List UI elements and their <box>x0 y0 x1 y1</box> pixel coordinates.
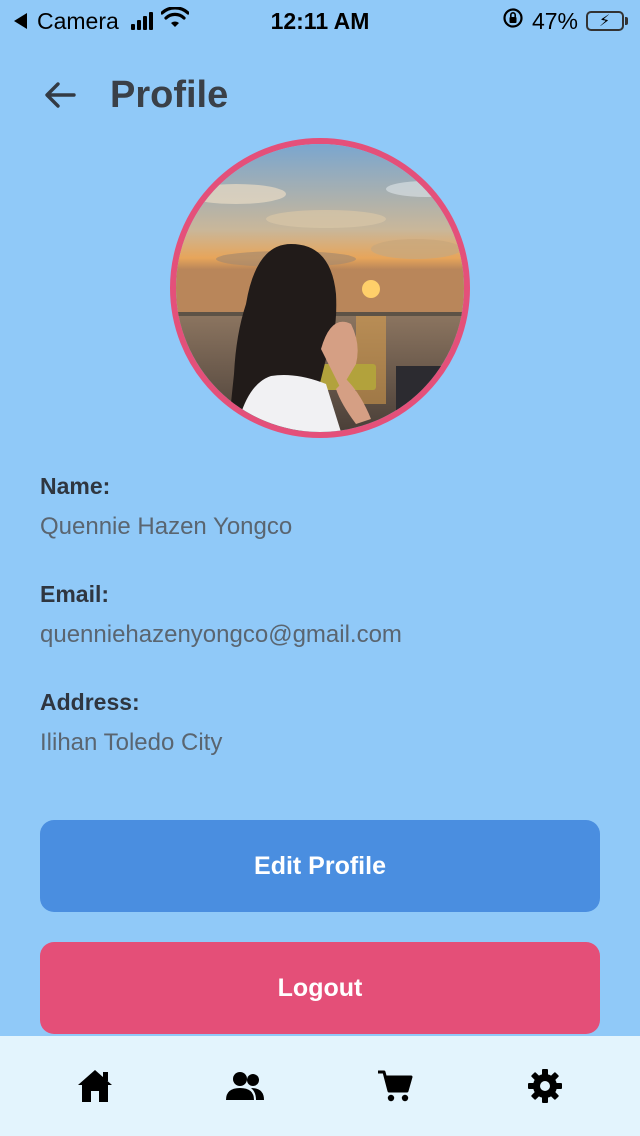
home-icon <box>78 1070 112 1102</box>
page-title: Profile <box>110 73 229 116</box>
status-bar: Camera 12:11 AM 47% ⚡ <box>0 0 640 42</box>
address-field: Address: Ilihan Toledo City <box>40 686 600 760</box>
rotation-lock-icon <box>502 7 524 35</box>
gear-icon <box>528 1069 562 1103</box>
address-label: Address: <box>40 689 140 715</box>
back-button[interactable] <box>40 75 80 115</box>
logout-button[interactable]: Logout <box>40 942 600 1034</box>
arrow-left-icon <box>45 82 76 108</box>
address-value: Ilihan Toledo City <box>40 729 223 756</box>
cart-icon <box>378 1070 413 1102</box>
battery-icon: ⚡ <box>586 11 628 31</box>
name-label: Name: <box>40 473 111 499</box>
nav-home[interactable] <box>55 1046 135 1126</box>
avatar[interactable] <box>170 138 470 438</box>
nav-settings[interactable] <box>505 1046 585 1126</box>
email-value: quenniehazenyongco@gmail.com <box>40 621 402 648</box>
name-field: Name: Quennie Hazen Yongco <box>40 470 600 544</box>
cellular-signal-icon <box>130 12 153 30</box>
users-icon <box>226 1072 264 1100</box>
profile-info: Name: Quennie Hazen Yongco Email: quenni… <box>40 470 600 794</box>
status-bar-left: Camera <box>14 6 190 35</box>
bottom-nav <box>0 1036 640 1136</box>
email-field: Email: quenniehazenyongco@gmail.com <box>40 578 600 652</box>
battery-percent: 47% <box>531 7 578 34</box>
page-header: Profile <box>40 70 228 120</box>
name-value: Quennie Hazen Yongco <box>40 513 293 540</box>
nav-users[interactable] <box>205 1046 285 1126</box>
nav-cart[interactable] <box>355 1046 435 1126</box>
edit-profile-button[interactable]: Edit Profile <box>40 820 600 912</box>
wifi-icon <box>160 6 190 35</box>
back-to-app-icon[interactable] <box>14 13 27 29</box>
avatar-photo <box>176 144 464 432</box>
status-bar-right: 47% ⚡ <box>502 7 628 35</box>
email-label: Email: <box>40 581 110 607</box>
back-app-label[interactable]: Camera <box>37 8 119 35</box>
